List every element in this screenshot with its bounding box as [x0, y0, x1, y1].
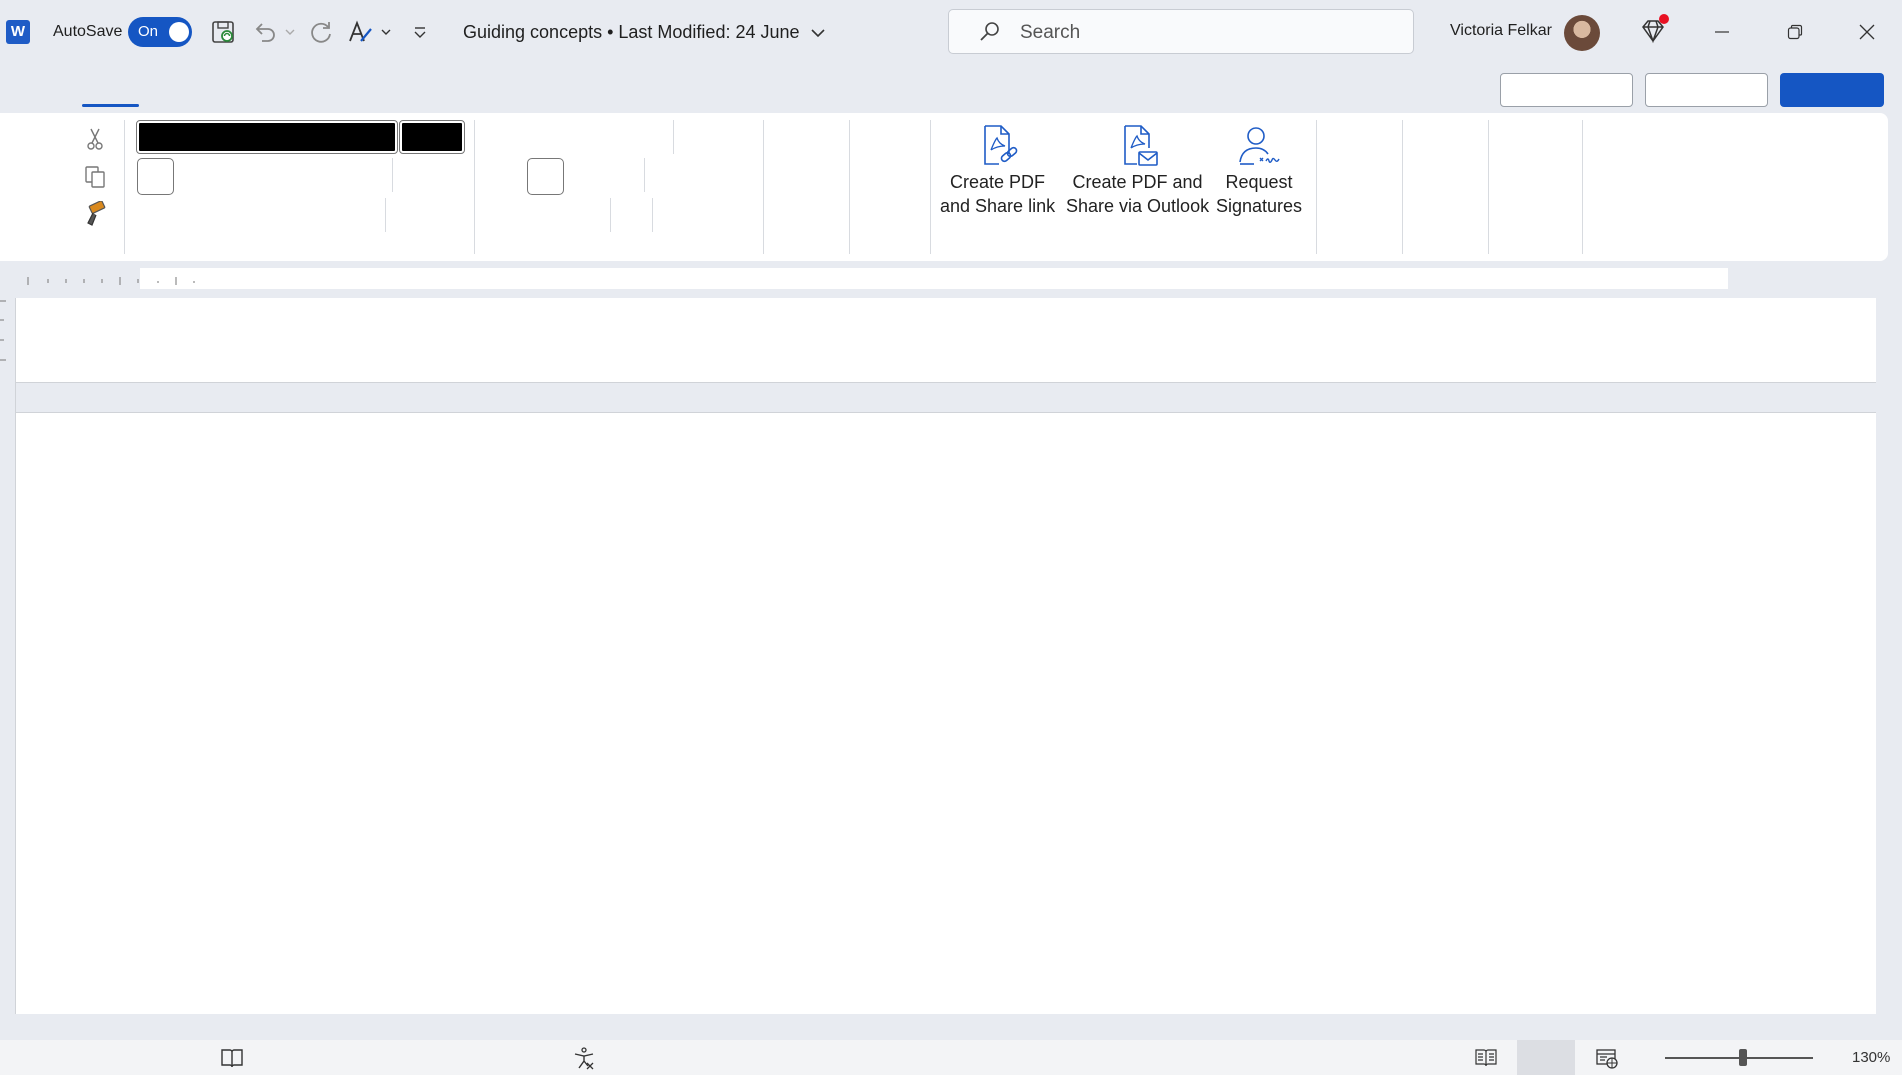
- font-option-button[interactable]: [137, 158, 174, 195]
- header-button-primary[interactable]: [1780, 73, 1884, 107]
- search-placeholder: Search: [1020, 22, 1081, 43]
- font-name-box[interactable]: [136, 120, 398, 154]
- separator: [652, 198, 653, 232]
- pdf-outlook-icon: [1123, 125, 1158, 166]
- focus-icon[interactable]: [220, 1047, 244, 1074]
- web-layout-icon[interactable]: [1595, 1047, 1619, 1074]
- separator: [1582, 120, 1583, 254]
- separator: [644, 158, 645, 192]
- close-icon[interactable]: [1847, 14, 1887, 50]
- separator: [385, 198, 386, 232]
- separator: [930, 120, 931, 254]
- autosave-state: On: [138, 23, 159, 40]
- separator: [1316, 120, 1317, 254]
- autosave-label: AutoSave: [53, 23, 123, 40]
- font-size-box[interactable]: [399, 120, 465, 154]
- chevron-down-icon: [810, 29, 825, 38]
- toggle-knob: [169, 22, 189, 42]
- avatar[interactable]: [1564, 15, 1600, 51]
- redo-icon[interactable]: [306, 17, 336, 47]
- document-page[interactable]: [16, 413, 1876, 1014]
- header-button-1[interactable]: [1500, 73, 1633, 107]
- pdf-link-icon: [983, 125, 1017, 165]
- request-signatures-button[interactable]: Request Signatures: [1216, 124, 1302, 218]
- restore-icon[interactable]: [1775, 14, 1815, 50]
- page-break-line: [16, 382, 1876, 383]
- word-icon: W: [6, 20, 30, 44]
- page-left-edge: [15, 298, 16, 1014]
- print-layout-icon[interactable]: [1517, 1040, 1575, 1075]
- separator: [849, 120, 850, 254]
- create-pdf-outlook-label: Create PDF and Share via Outlook: [1066, 172, 1210, 216]
- request-signatures-label: Request Signatures: [1216, 172, 1303, 216]
- search-icon: [978, 20, 1002, 49]
- vertical-ruler-ticks: [0, 296, 12, 381]
- paragraph-option-button[interactable]: [527, 158, 564, 195]
- cut-icon[interactable]: [82, 126, 108, 157]
- accessibility-icon[interactable]: [572, 1046, 596, 1075]
- undo-icon[interactable]: [250, 17, 280, 47]
- customize-icon[interactable]: [405, 17, 435, 47]
- separator: [610, 198, 611, 232]
- search-box[interactable]: [948, 9, 1414, 54]
- zoom-level[interactable]: 130%: [1852, 1049, 1890, 1066]
- separator: [673, 120, 674, 154]
- separator: [1488, 120, 1489, 254]
- copy-icon[interactable]: [82, 164, 108, 195]
- read-mode-icon[interactable]: [1474, 1047, 1498, 1074]
- format-painter-icon[interactable]: [82, 200, 108, 232]
- active-tab-indicator: [82, 104, 139, 107]
- editor-icon[interactable]: [346, 17, 376, 47]
- create-pdf-outlook-button[interactable]: Create PDF and Share via Outlook: [1066, 124, 1209, 218]
- separator: [763, 120, 764, 254]
- horizontal-ruler[interactable]: [140, 268, 1728, 289]
- save-icon[interactable]: [208, 17, 238, 47]
- document-title-text: Guiding concepts • Last Modified: 24 Jun…: [463, 22, 800, 42]
- separator: [1402, 120, 1403, 254]
- title-bar: W AutoSave On Guiding concepts • Last Mo…: [0, 0, 1902, 64]
- zoom-slider-thumb[interactable]: [1739, 1049, 1747, 1066]
- header-button-2[interactable]: [1645, 73, 1768, 107]
- notification-dot: [1659, 14, 1669, 24]
- minimize-icon[interactable]: [1702, 14, 1742, 50]
- separator: [392, 158, 393, 192]
- document-page-top[interactable]: [16, 298, 1876, 382]
- create-pdf-share-link-button[interactable]: Create PDF and Share link: [940, 124, 1055, 218]
- separator: [474, 120, 475, 254]
- separator: [124, 120, 125, 254]
- user-name[interactable]: Victoria Felkar: [1450, 22, 1552, 40]
- ruler-ticks-left: [20, 274, 210, 292]
- document-title[interactable]: Guiding concepts • Last Modified: 24 Jun…: [463, 22, 825, 43]
- undo-dropdown-icon[interactable]: [280, 17, 300, 47]
- signature-icon: [1239, 127, 1280, 165]
- create-pdf-share-link-label: Create PDF and Share link: [940, 172, 1056, 216]
- editor-dropdown-icon[interactable]: [376, 17, 396, 47]
